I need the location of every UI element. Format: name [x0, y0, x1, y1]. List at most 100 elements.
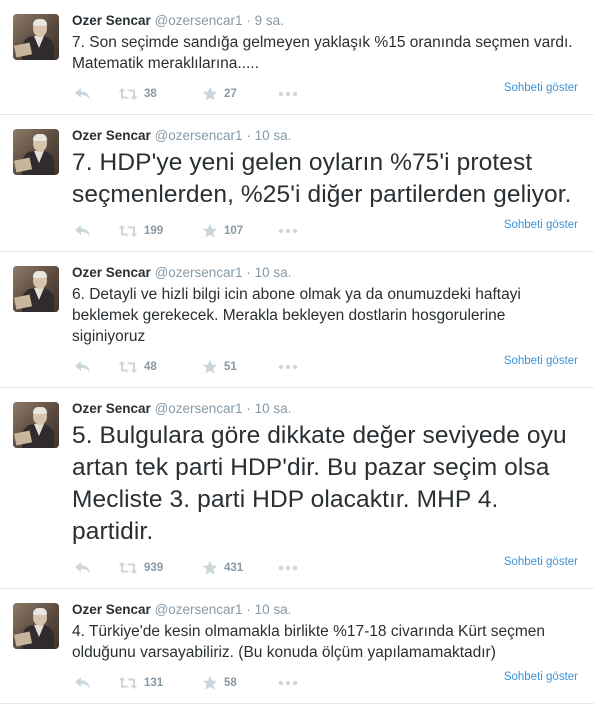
author-handle[interactable]: @ozersencar1	[155, 128, 243, 143]
tweet-text: 7. Son seçimde sandığa gelmeyen yaklaşık…	[72, 34, 573, 72]
reply-button[interactable]	[74, 558, 92, 578]
star-icon	[202, 560, 218, 575]
author-handle[interactable]: @ozersencar1	[155, 13, 243, 28]
tweet-item[interactable]: Ozer Sencar @ozersencar1 · 10 sa. 6. Det…	[0, 252, 594, 388]
reply-icon	[75, 225, 90, 237]
favorite-count: 27	[224, 88, 237, 100]
separator-dot: ·	[246, 602, 251, 617]
reply-button[interactable]	[74, 357, 92, 377]
tweet-actions: 939 431 Sohbeti göster	[72, 556, 578, 580]
retweet-button[interactable]: 48	[118, 357, 157, 377]
separator-dot: ·	[246, 13, 251, 28]
tweet-actions: 48 51 Sohbeti göster	[72, 355, 578, 379]
show-conversation-link[interactable]: Sohbeti göster	[504, 82, 578, 94]
separator-dot: ·	[246, 265, 251, 280]
tweet-header: Ozer Sencar @ozersencar1 · 10 sa.	[72, 127, 578, 145]
more-icon	[278, 91, 298, 97]
more-button[interactable]	[278, 84, 298, 104]
tweet-item[interactable]: Ozer Sencar @ozersencar1 · 10 sa. 4. Tür…	[0, 589, 594, 704]
tweet-actions: 38 27 Sohbeti göster	[72, 82, 578, 106]
author-name[interactable]: Ozer Sencar	[72, 602, 151, 617]
reply-button[interactable]	[74, 84, 92, 104]
timestamp[interactable]: 10 sa.	[255, 128, 292, 143]
more-button[interactable]	[278, 357, 298, 377]
tweet-timeline: Ozer Sencar @ozersencar1 · 9 sa. 7. Son …	[0, 0, 594, 704]
retweet-icon	[118, 225, 138, 237]
retweet-button[interactable]: 939	[118, 558, 163, 578]
avatar[interactable]	[13, 14, 59, 60]
favorite-button[interactable]: 58	[202, 673, 237, 693]
reply-icon	[75, 361, 90, 373]
tweet-actions: 131 58 Sohbeti göster	[72, 671, 578, 695]
more-button[interactable]	[278, 673, 298, 693]
tweet-header: Ozer Sencar @ozersencar1 · 9 sa.	[72, 12, 578, 30]
tweet-item[interactable]: Ozer Sencar @ozersencar1 · 9 sa. 7. Son …	[0, 0, 594, 115]
favorite-button[interactable]: 27	[202, 84, 237, 104]
more-icon	[278, 228, 298, 234]
more-icon	[278, 565, 298, 571]
timestamp[interactable]: 10 sa.	[255, 602, 292, 617]
author-name[interactable]: Ozer Sencar	[72, 13, 151, 28]
retweet-icon	[118, 88, 138, 100]
show-conversation-link[interactable]: Sohbeti göster	[504, 671, 578, 683]
show-conversation-link[interactable]: Sohbeti göster	[504, 556, 578, 568]
retweet-button[interactable]: 38	[118, 84, 157, 104]
reply-button[interactable]	[74, 221, 92, 241]
timestamp[interactable]: 10 sa.	[255, 265, 292, 280]
favorite-count: 431	[224, 562, 244, 574]
favorite-count: 107	[224, 225, 244, 237]
avatar[interactable]	[13, 402, 59, 448]
favorite-count: 58	[224, 677, 237, 689]
retweet-icon	[118, 677, 138, 689]
tweet-item[interactable]: Ozer Sencar @ozersencar1 · 10 sa. 7. HDP…	[0, 115, 594, 252]
retweet-button[interactable]: 199	[118, 221, 163, 241]
more-icon	[278, 364, 298, 370]
timestamp[interactable]: 10 sa.	[255, 401, 292, 416]
author-handle[interactable]: @ozersencar1	[155, 602, 243, 617]
avatar[interactable]	[13, 129, 59, 175]
star-icon	[202, 359, 218, 374]
retweet-count: 199	[144, 225, 164, 237]
retweet-icon	[118, 361, 138, 373]
author-name[interactable]: Ozer Sencar	[72, 128, 151, 143]
tweet-header: Ozer Sencar @ozersencar1 · 10 sa.	[72, 400, 578, 418]
avatar[interactable]	[13, 603, 59, 649]
retweet-count: 38	[144, 88, 157, 100]
tweet-text: 5. Bulgulara göre dikkate değer seviyede…	[72, 422, 567, 545]
show-conversation-link[interactable]: Sohbeti göster	[504, 355, 578, 367]
tweet-actions: 199 107 Sohbeti göster	[72, 219, 578, 243]
retweet-icon	[118, 562, 138, 574]
reply-icon	[75, 677, 90, 689]
favorite-button[interactable]: 107	[202, 221, 243, 241]
favorite-count: 51	[224, 361, 237, 373]
show-conversation-link[interactable]: Sohbeti göster	[504, 219, 578, 231]
more-button[interactable]	[278, 558, 298, 578]
retweet-count: 131	[144, 677, 164, 689]
more-button[interactable]	[278, 221, 298, 241]
star-icon	[202, 675, 218, 690]
author-name[interactable]: Ozer Sencar	[72, 401, 151, 416]
avatar[interactable]	[13, 266, 59, 312]
favorite-button[interactable]: 51	[202, 357, 237, 377]
reply-button[interactable]	[74, 673, 92, 693]
retweet-count: 939	[144, 562, 164, 574]
tweet-header: Ozer Sencar @ozersencar1 · 10 sa.	[72, 264, 578, 282]
separator-dot: ·	[246, 128, 251, 143]
favorite-button[interactable]: 431	[202, 558, 243, 578]
author-handle[interactable]: @ozersencar1	[155, 401, 243, 416]
retweet-button[interactable]: 131	[118, 673, 163, 693]
timestamp[interactable]: 9 sa.	[255, 13, 284, 28]
tweet-header: Ozer Sencar @ozersencar1 · 10 sa.	[72, 601, 578, 619]
author-name[interactable]: Ozer Sencar	[72, 265, 151, 280]
reply-icon	[75, 562, 90, 574]
author-handle[interactable]: @ozersencar1	[155, 265, 243, 280]
tweet-item[interactable]: Ozer Sencar @ozersencar1 · 10 sa. 5. Bul…	[0, 388, 594, 589]
reply-icon	[75, 88, 90, 100]
tweet-text: 4. Türkiye'de kesin olmamakla birlikte %…	[72, 623, 546, 661]
star-icon	[202, 223, 218, 238]
tweet-text: 6. Detayli ve hizli bilgi icin abone olm…	[72, 286, 521, 345]
tweet-text: 7. HDP'ye yeni gelen oyların %75'i prote…	[72, 149, 572, 208]
star-icon	[202, 86, 218, 101]
separator-dot: ·	[246, 401, 251, 416]
retweet-count: 48	[144, 361, 157, 373]
